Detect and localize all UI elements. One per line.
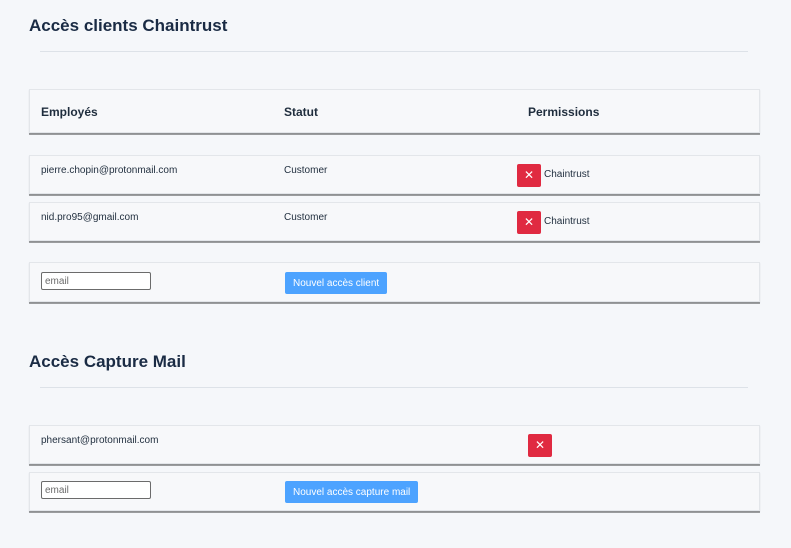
clients-table-header: Employés Statut Permissions <box>29 89 760 133</box>
row-email: nid.pro95@gmail.com <box>41 212 139 223</box>
clients-section-title: Accès clients Chaintrust <box>29 16 228 35</box>
capture-section-divider <box>40 387 748 388</box>
row-status: Customer <box>284 212 328 223</box>
remove-permission-button[interactable]: ✕ <box>517 211 541 234</box>
clients-section-divider <box>40 51 748 52</box>
row-email: pierre.chopin@protonmail.com <box>41 165 178 176</box>
table-row: phersant@protonmail.com ✕ <box>29 425 760 464</box>
header-status: Statut <box>284 105 318 119</box>
table-row: pierre.chopin@protonmail.com Customer ✕ … <box>29 155 760 194</box>
add-client-access-button[interactable]: Nouvel accès client <box>285 272 388 294</box>
add-capture-row: Nouvel accès capture mail <box>29 472 760 511</box>
add-capture-access-button[interactable]: Nouvel accès capture mail <box>285 481 419 503</box>
table-row: nid.pro95@gmail.com Customer ✕ Chaintrus… <box>29 202 760 241</box>
close-icon: ✕ <box>534 438 546 452</box>
capture-email-input[interactable] <box>41 481 151 499</box>
close-icon: ✕ <box>523 168 535 182</box>
permission-label: Chaintrust <box>544 169 590 180</box>
header-employees: Employés <box>41 105 98 119</box>
remove-capture-access-button[interactable]: ✕ <box>528 434 552 457</box>
row-status: Customer <box>284 165 328 176</box>
header-permissions: Permissions <box>528 105 600 119</box>
close-icon: ✕ <box>523 215 535 229</box>
add-client-row: Nouvel accès client <box>29 262 760 302</box>
row-email: phersant@protonmail.com <box>41 435 159 446</box>
client-email-input[interactable] <box>41 272 151 290</box>
permission-label: Chaintrust <box>544 216 590 227</box>
capture-section-title: Accès Capture Mail <box>29 352 186 371</box>
remove-permission-button[interactable]: ✕ <box>517 164 541 187</box>
